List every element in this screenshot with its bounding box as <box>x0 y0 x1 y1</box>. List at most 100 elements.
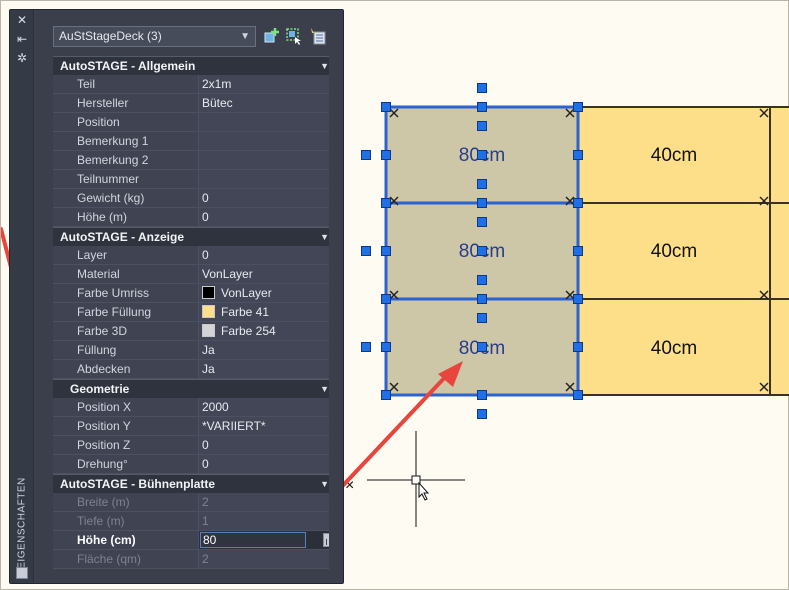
property-value[interactable] <box>199 170 337 188</box>
grip-handle[interactable] <box>381 102 391 112</box>
collapse-icon[interactable]: ▼ <box>320 380 329 398</box>
property-value-editor[interactable]: 80 <box>199 531 337 549</box>
category-autostage-bühnenplatte[interactable]: AutoSTAGE - Bühnenplatte ▼ <box>53 474 337 493</box>
grip-handle[interactable] <box>381 294 391 304</box>
property-row-höhe-cm[interactable]: Höhe (cm) 80 <box>53 531 337 550</box>
property-row-farbe-umriss[interactable]: Farbe Umriss VonLayer <box>53 284 337 303</box>
collapse-icon[interactable]: ▼ <box>320 228 329 246</box>
grip-handle[interactable] <box>477 342 487 352</box>
property-value[interactable]: Ja <box>199 360 337 378</box>
property-row-farbe-füllung[interactable]: Farbe Füllung Farbe 41 <box>53 303 337 322</box>
grip-handle[interactable] <box>573 102 583 112</box>
grip-handle[interactable] <box>477 83 487 93</box>
select-objects-icon[interactable] <box>285 27 303 45</box>
property-value[interactable] <box>199 132 337 150</box>
property-row-gewicht-kg[interactable]: Gewicht (kg) 0 <box>53 189 337 208</box>
property-value[interactable]: 2x1m <box>199 75 337 93</box>
grip-handle[interactable] <box>477 246 487 256</box>
property-row-höhe-m[interactable]: Höhe (m) 0 <box>53 208 337 227</box>
toggle-pickadd-icon[interactable] <box>263 27 281 45</box>
property-row-abdecken[interactable]: Abdecken Ja <box>53 360 337 379</box>
quick-select-icon[interactable] <box>308 27 326 45</box>
collapse-icon[interactable]: ▼ <box>320 475 329 493</box>
palette-body: AuStStageDeck (3) ▼ AutoSTAGE - Allgemei… <box>36 10 343 583</box>
property-value[interactable]: Farbe 254 <box>199 322 337 340</box>
property-value[interactable]: 0 <box>199 455 337 473</box>
grip-handle[interactable] <box>477 217 487 227</box>
property-row-breite-m[interactable]: Breite (m) 2 <box>53 493 337 512</box>
grip-handle[interactable] <box>573 150 583 160</box>
property-row-position-x[interactable]: Position X 2000 <box>53 398 337 417</box>
grip-handle[interactable] <box>477 294 487 304</box>
grip-handle[interactable] <box>477 102 487 112</box>
property-row-position[interactable]: Position <box>53 113 337 132</box>
deck-edge-1[interactable] <box>769 106 789 204</box>
property-row-layer[interactable]: Layer 0 <box>53 246 337 265</box>
grip-handle[interactable] <box>381 198 391 208</box>
property-value[interactable]: Farbe 41 <box>199 303 337 321</box>
grip-handle[interactable] <box>381 390 391 400</box>
property-row-hersteller[interactable]: Hersteller Bütec <box>53 94 337 113</box>
grip-handle[interactable] <box>361 342 371 352</box>
grip-handle[interactable] <box>573 390 583 400</box>
property-value[interactable]: Bütec <box>199 94 337 112</box>
property-row-position-y[interactable]: Position Y *VARIIERT* <box>53 417 337 436</box>
grip-handle[interactable] <box>477 390 487 400</box>
property-row-position-z[interactable]: Position Z0 <box>53 436 337 455</box>
grip-handle[interactable] <box>573 198 583 208</box>
property-value[interactable]: VonLayer <box>199 284 337 302</box>
property-value[interactable] <box>199 151 337 169</box>
collapse-icon[interactable]: ▼ <box>320 57 329 75</box>
property-row-material[interactable]: Material VonLayer <box>53 265 337 284</box>
property-name: Bemerkung 2 <box>53 151 199 169</box>
property-row-drehung[interactable]: Drehung° 0 <box>53 455 337 474</box>
color-swatch-icon <box>202 286 215 299</box>
property-row-bemerkung-2[interactable]: Bemerkung 2 <box>53 151 337 170</box>
close-icon[interactable]: ✕ <box>15 13 29 27</box>
grip-handle[interactable] <box>477 179 487 189</box>
property-name: Höhe (cm) <box>53 531 199 549</box>
grip-handle[interactable] <box>573 246 583 256</box>
grip-handle[interactable] <box>381 246 391 256</box>
property-value[interactable]: 0 <box>199 208 337 226</box>
property-row-teilnummer[interactable]: Teilnummer <box>53 170 337 189</box>
property-value[interactable]: Ja <box>199 341 337 359</box>
color-swatch-icon <box>202 305 215 318</box>
property-value[interactable]: 0 <box>199 436 337 454</box>
category-autostage-anzeige[interactable]: AutoSTAGE - Anzeige ▼ <box>53 227 337 246</box>
grip-handle[interactable] <box>381 150 391 160</box>
category-autostage-allgemein[interactable]: AutoSTAGE - Allgemein ▼ <box>53 56 337 75</box>
grip-handle[interactable] <box>477 313 487 323</box>
grip-handle[interactable] <box>477 121 487 131</box>
property-value[interactable] <box>199 113 337 131</box>
autohide-icon[interactable]: ⇤ <box>15 32 29 46</box>
deck-edge-2[interactable] <box>769 202 789 300</box>
grip-handle[interactable] <box>477 198 487 208</box>
property-value[interactable]: 0 <box>199 189 337 207</box>
property-value[interactable]: 2000 <box>199 398 337 416</box>
property-value[interactable]: 0 <box>199 246 337 264</box>
selection-dropdown[interactable]: AuStStageDeck (3) ▼ <box>53 26 256 47</box>
category-geometrie[interactable]: Geometrie ▼ <box>53 379 337 398</box>
property-row-bemerkung-1[interactable]: Bemerkung 1 <box>53 132 337 151</box>
property-row-füllung[interactable]: Füllung Ja <box>53 341 337 360</box>
grip-handle[interactable] <box>477 275 487 285</box>
settings-icon[interactable]: ✲ <box>15 51 29 65</box>
property-row-farbe-3d[interactable]: Farbe 3D Farbe 254 <box>53 322 337 341</box>
grip-handle[interactable] <box>361 150 371 160</box>
property-value[interactable]: VonLayer <box>199 265 337 283</box>
grip-handle[interactable] <box>573 294 583 304</box>
palette-scrollbar[interactable] <box>329 56 339 576</box>
property-row-tiefe-m[interactable]: Tiefe (m) 1 <box>53 512 337 531</box>
grip-handle[interactable] <box>573 342 583 352</box>
property-value[interactable]: *VARIIERT* <box>199 417 337 435</box>
deck-edge-3[interactable] <box>769 298 789 396</box>
palette-menu-icon[interactable] <box>16 567 28 579</box>
grip-handle[interactable] <box>477 150 487 160</box>
grip-handle[interactable] <box>477 409 487 419</box>
property-row-teil[interactable]: Teil 2x1m <box>53 75 337 94</box>
grip-handle[interactable] <box>361 246 371 256</box>
property-row-fläche-qm[interactable]: Fläche (qm) 2 <box>53 550 337 569</box>
hoehe-cm-input[interactable]: 80 <box>200 532 306 548</box>
grip-handle[interactable] <box>381 342 391 352</box>
